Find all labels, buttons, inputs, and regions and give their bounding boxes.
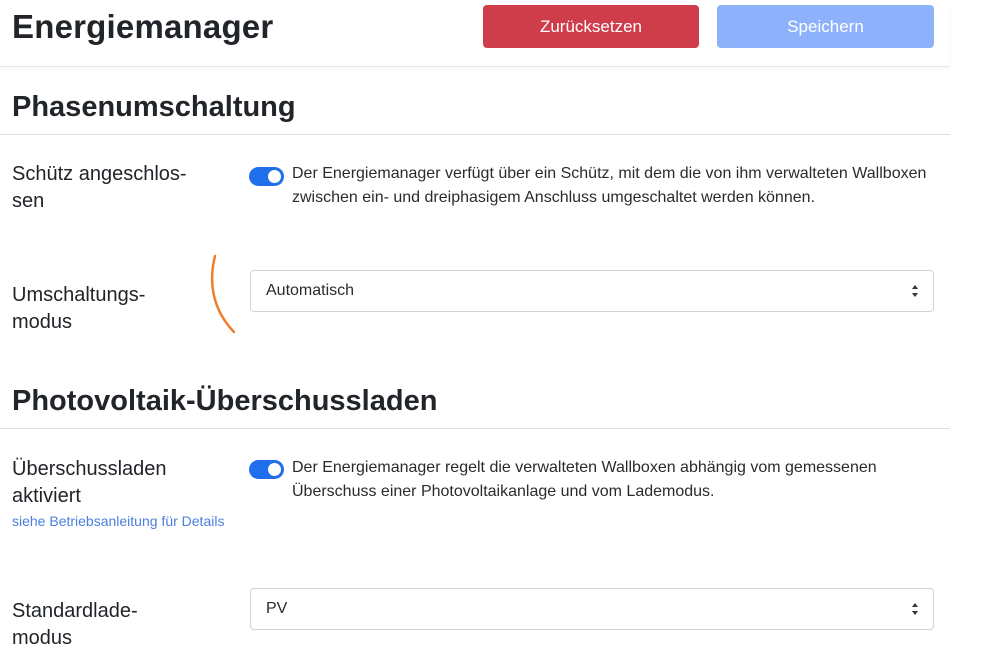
default-mode-value: PV [266,600,288,617]
manual-link[interactable]: siehe Betriebsanleitung für Details [12,512,227,531]
switch-mode-value: Automatisch [266,282,355,299]
excess-charging-description: Der Energiemanager regelt die verwaltete… [292,459,877,500]
toggle-knob [268,170,281,183]
page-title: Energiemanager [12,8,274,45]
section-title-pv: Photovoltaik-Überschussladen [12,385,438,417]
contactor-toggle[interactable] [249,167,284,186]
handwritten-annotation [210,254,236,334]
excess-charging-toggle[interactable] [249,460,284,479]
contactor-label: Schütz angeschlos-sen [12,163,187,212]
select-arrows-icon [912,603,918,615]
save-button[interactable]: Speichern [717,5,934,48]
section-divider [0,134,950,135]
section-divider [0,428,950,429]
excess-charging-label: Überschussladen aktiviert siehe Betriebs… [12,456,227,531]
switch-mode-select[interactable]: Automatisch [250,270,934,312]
toggle-knob [268,463,281,476]
reset-button[interactable]: Zurücksetzen [483,5,699,48]
excess-charging-label-text: Überschussladen aktiviert [12,458,167,507]
app-header: Energiemanager Zurücksetzen Speichern [0,0,950,67]
contactor-description: Der Energiemanager verfügt über ein Schü… [292,165,927,206]
select-arrows-icon [912,285,918,297]
switch-mode-label: Umschaltungs-modus [12,284,146,333]
section-title-phase: Phasenumschaltung [12,91,296,123]
default-mode-label: Standardlade-modus [12,600,138,649]
default-mode-select[interactable]: PV [250,588,934,630]
